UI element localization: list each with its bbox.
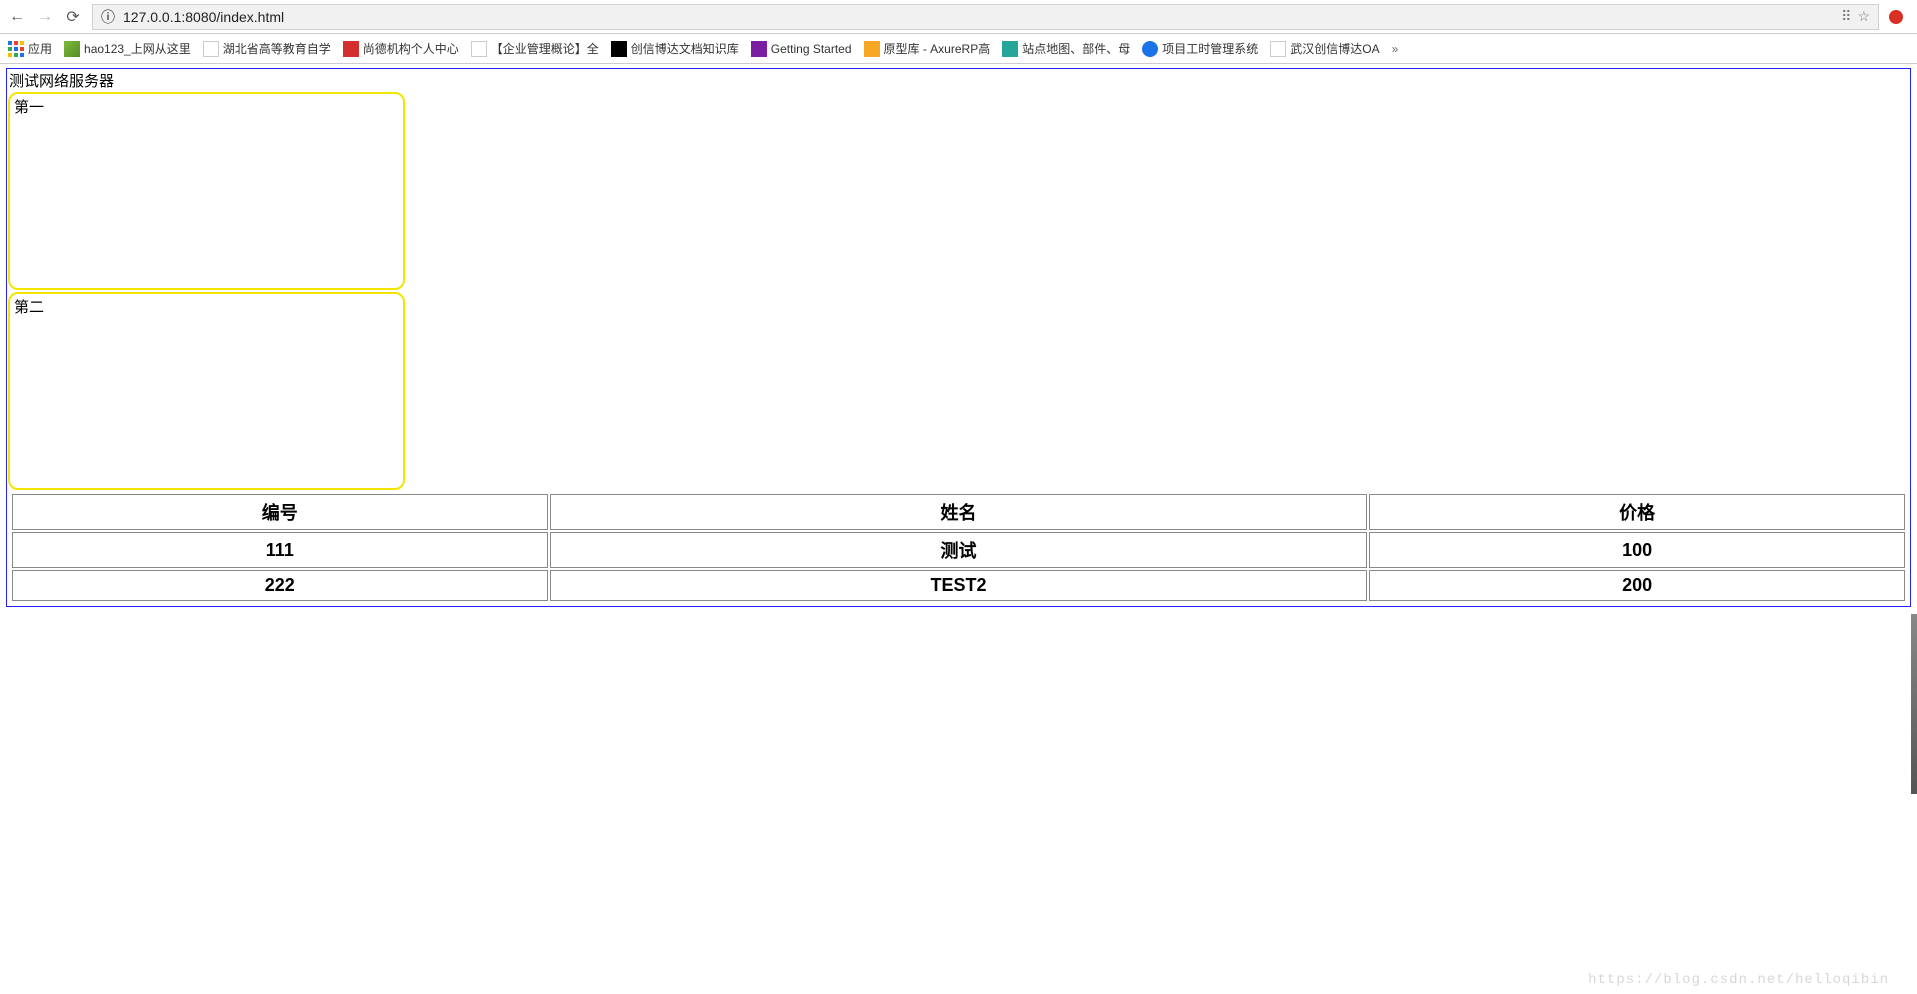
- table-cell: TEST2: [550, 570, 1368, 601]
- bookmark-item[interactable]: 项目工时管理系统: [1142, 40, 1258, 57]
- bookmark-label: 原型库 - AxureRP高: [884, 40, 991, 57]
- bookmark-label: 武汉创信博达OA: [1290, 40, 1379, 57]
- bookmark-item[interactable]: Getting Started: [751, 41, 852, 57]
- bookmark-label: 项目工时管理系统: [1162, 40, 1258, 57]
- bookmark-item[interactable]: 【企业管理概论】全: [471, 40, 599, 57]
- table-cell: 111: [12, 532, 548, 568]
- table-row: 222TEST2200: [12, 570, 1905, 601]
- bookmark-item[interactable]: 原型库 - AxureRP高: [864, 40, 991, 57]
- favicon-icon: [64, 41, 80, 57]
- address-bar: ← → ⟳ ⓘ ⠿ ☆: [0, 0, 1917, 34]
- watermark-text: https://blog.csdn.net/helloqibin: [1588, 972, 1889, 988]
- page-container: 测试网络服务器 第一 第二 编号姓名价格 111测试100222TEST2200: [6, 68, 1911, 607]
- apps-label: 应用: [28, 40, 52, 57]
- apps-icon: [8, 41, 24, 57]
- table-header-cell: 编号: [12, 494, 548, 530]
- bookmark-label: Getting Started: [771, 42, 852, 56]
- url-input[interactable]: [121, 8, 1835, 26]
- favicon-icon: [471, 41, 487, 57]
- bookmark-label: hao123_上网从这里: [84, 40, 191, 57]
- table-header-cell: 价格: [1369, 494, 1905, 530]
- bookmark-item[interactable]: 武汉创信博达OA: [1270, 40, 1379, 57]
- bookmark-label: 尚德机构个人中心: [363, 40, 459, 57]
- favicon-icon: [1270, 41, 1286, 57]
- extension-icon[interactable]: [1889, 10, 1903, 24]
- table-header-row: 编号姓名价格: [12, 494, 1905, 530]
- table-cell: 测试: [550, 532, 1368, 568]
- table-row: 111测试100: [12, 532, 1905, 568]
- favicon-icon: [864, 41, 880, 57]
- reload-icon[interactable]: ⟳: [64, 8, 82, 26]
- bookmark-item[interactable]: 站点地图、部件、母: [1002, 40, 1130, 57]
- box-second: 第二: [8, 292, 405, 490]
- bookmark-label: 创信博达文档知识库: [631, 40, 739, 57]
- table-cell: 222: [12, 570, 548, 601]
- table-cell: 100: [1369, 532, 1905, 568]
- translate-icon[interactable]: ⠿: [1841, 8, 1851, 25]
- page-title: 测试网络服务器: [7, 70, 1910, 91]
- page-viewport: 测试网络服务器 第一 第二 编号姓名价格 111测试100222TEST2200: [0, 64, 1917, 611]
- bookmark-label: 【企业管理概论】全: [491, 40, 599, 57]
- bookmarks-overflow-icon[interactable]: »: [1392, 42, 1399, 56]
- table-cell: 200: [1369, 570, 1905, 601]
- favicon-icon: [751, 41, 767, 57]
- favicon-icon: [203, 41, 219, 57]
- forward-icon[interactable]: →: [36, 8, 54, 26]
- favicon-icon: [343, 41, 359, 57]
- table-header-cell: 姓名: [550, 494, 1368, 530]
- bookmark-label: 站点地图、部件、母: [1022, 40, 1130, 57]
- bookmark-item[interactable]: 创信博达文档知识库: [611, 40, 739, 57]
- star-icon[interactable]: ☆: [1857, 8, 1870, 25]
- bookmark-item[interactable]: 尚德机构个人中心: [343, 40, 459, 57]
- scrollbar-thumb[interactable]: [1911, 614, 1917, 794]
- favicon-icon: [1002, 41, 1018, 57]
- favicon-icon: [611, 41, 627, 57]
- data-table: 编号姓名价格 111测试100222TEST2200: [10, 492, 1907, 603]
- bookmark-item[interactable]: 湖北省高等教育自学: [203, 40, 331, 57]
- bookmarks-bar: 应用 hao123_上网从这里 湖北省高等教育自学 尚德机构个人中心 【企业管理概论】…: [0, 34, 1917, 64]
- apps-button[interactable]: 应用: [8, 40, 52, 57]
- back-icon[interactable]: ←: [8, 8, 26, 26]
- omnibox[interactable]: ⓘ ⠿ ☆: [92, 4, 1879, 30]
- bookmark-label: 湖北省高等教育自学: [223, 40, 331, 57]
- site-info-icon[interactable]: ⓘ: [101, 7, 115, 27]
- favicon-icon: [1142, 41, 1158, 57]
- bookmark-item[interactable]: hao123_上网从这里: [64, 40, 191, 57]
- box-first: 第一: [8, 92, 405, 290]
